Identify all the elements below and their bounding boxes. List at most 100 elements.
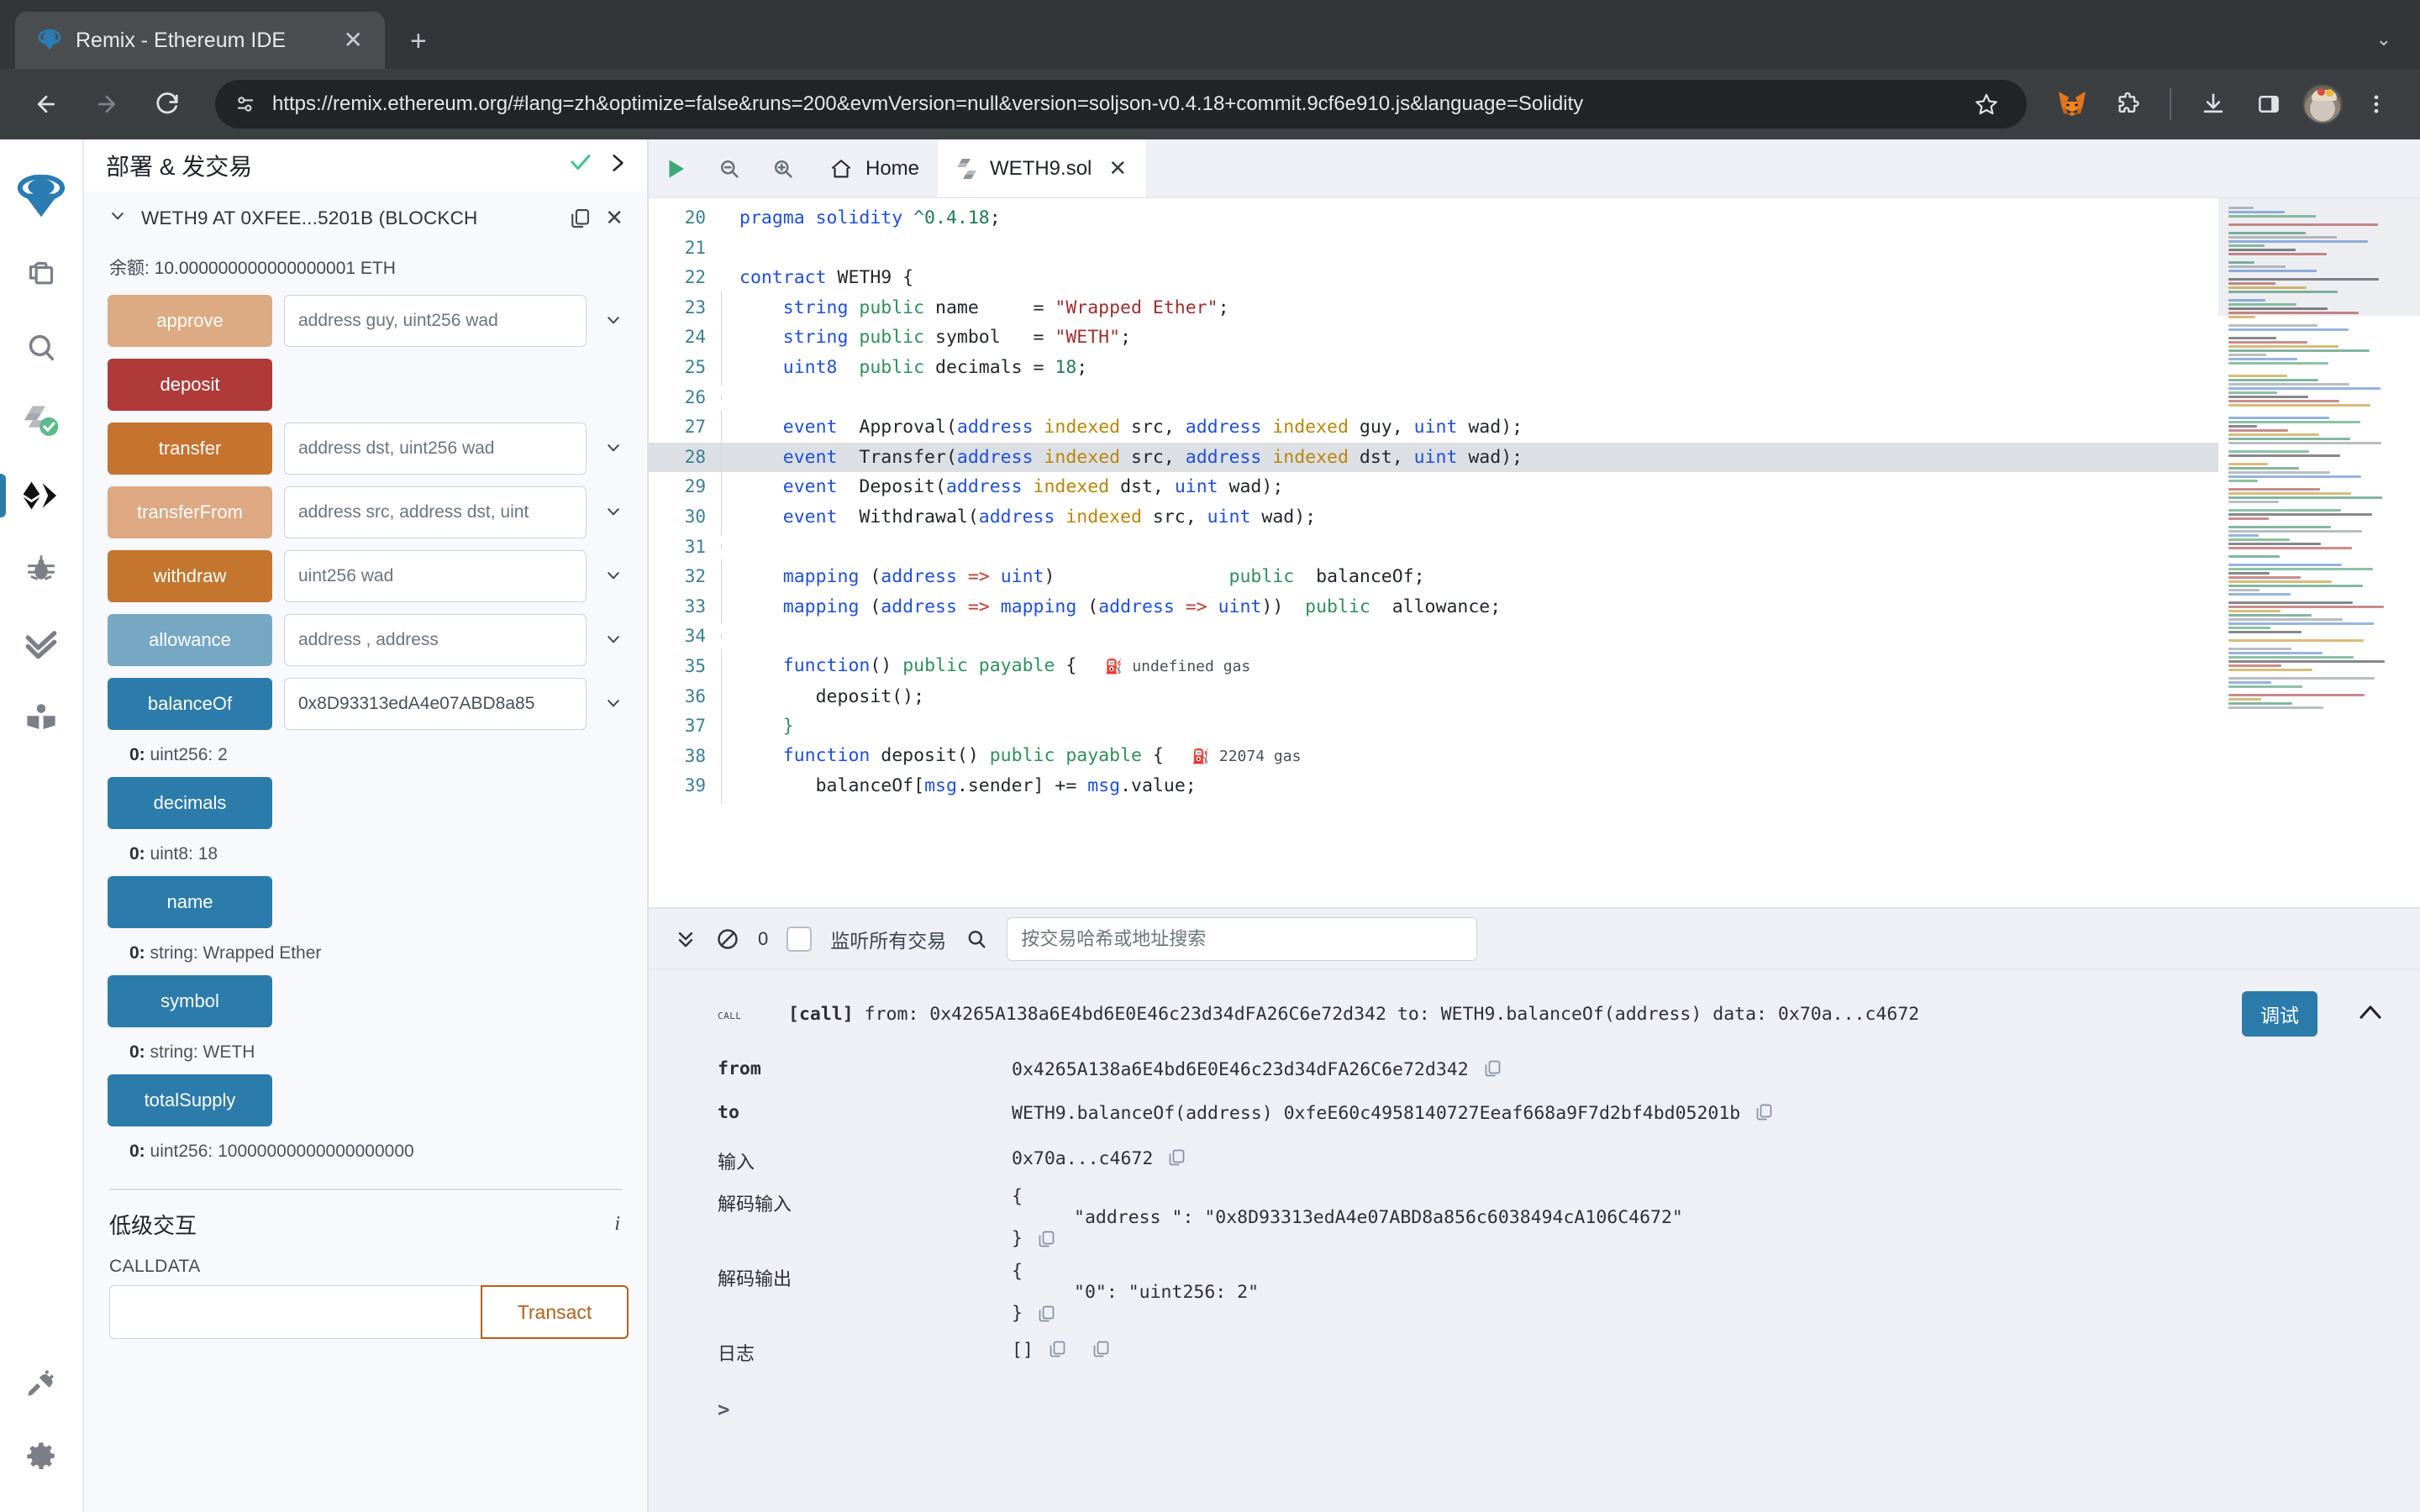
browser-tab[interactable]: Remix - Ethereum IDE ✕ — [15, 12, 385, 69]
search-icon[interactable] — [0, 311, 83, 385]
analysis-icon[interactable] — [0, 606, 83, 680]
copy-icon[interactable] — [1091, 1336, 1111, 1359]
copy-icon[interactable] — [1482, 1055, 1502, 1079]
function-button-allowance[interactable]: allowance — [108, 614, 272, 666]
copy-icon[interactable] — [1036, 1304, 1056, 1324]
site-settings-icon[interactable] — [234, 92, 257, 116]
chevron-down-icon[interactable] — [598, 500, 629, 526]
code-line[interactable]: 22 contract WETH9 { — [649, 263, 2218, 293]
zoom-out-icon[interactable] — [702, 139, 756, 197]
docs-icon[interactable] — [0, 680, 83, 754]
three-dot-menu-icon[interactable] — [2354, 82, 2398, 126]
function-button-approve[interactable]: approve — [108, 295, 272, 347]
sidebar-item-deploy-run[interactable] — [0, 459, 83, 533]
chevron-down-icon[interactable] — [598, 308, 629, 334]
copy-icon[interactable] — [568, 207, 592, 230]
star-icon[interactable] — [1965, 82, 2008, 126]
code-line[interactable]: 28 event Transfer(address indexed src, a… — [649, 439, 2218, 475]
copy-icon[interactable] — [1166, 1144, 1186, 1168]
code-line[interactable]: 35 function() public payable {⛽ undefine… — [649, 648, 2218, 685]
terminal-search-input[interactable] — [1007, 916, 1478, 961]
function-button-symbol[interactable]: symbol — [108, 975, 272, 1027]
transaction-summary-row[interactable]: call [call] from: 0x4265A138a6E4bd6E0E46… — [649, 991, 2420, 1037]
code-editor[interactable]: 20 pragma solidity ^0.4.18; 21 22 contract W… — [649, 198, 2420, 907]
code-line[interactable]: 36 deposit(); — [649, 679, 2218, 714]
no-entry-icon[interactable] — [716, 927, 739, 951]
function-button-deposit[interactable]: deposit — [108, 359, 272, 411]
debug-button[interactable]: 调试 — [2242, 991, 2317, 1037]
chevron-up-icon[interactable] — [2358, 1000, 2383, 1028]
chevrons-down-icon[interactable] — [674, 927, 697, 951]
code-line[interactable]: 27 event Approval(address indexed src, a… — [649, 410, 2218, 445]
solidity-compiler-icon[interactable] — [0, 385, 83, 459]
code-line[interactable]: 32 mapping (address => uint) public bala… — [649, 559, 2218, 595]
function-input-transfer[interactable] — [284, 423, 587, 475]
back-arrow-icon[interactable] — [22, 80, 71, 129]
code-minimap[interactable] — [2218, 198, 2420, 907]
avatar[interactable] — [2302, 84, 2343, 124]
zoom-in-icon[interactable] — [756, 139, 810, 197]
function-input-approve[interactable] — [284, 295, 587, 347]
code-line[interactable]: 24 string public symbol = "WETH"; — [649, 320, 2218, 355]
chevron-down-icon[interactable] — [598, 436, 629, 462]
close-icon[interactable]: ✕ — [1108, 155, 1127, 181]
code-line[interactable]: 29 event Deposit(address indexed dst, ui… — [649, 470, 2218, 505]
code-line[interactable]: 26 — [649, 383, 2218, 413]
debugger-icon[interactable] — [0, 533, 83, 606]
code-line[interactable]: 23 string public name = "Wrapped Ether"; — [649, 290, 2218, 325]
code-line[interactable]: 31 — [649, 533, 2218, 563]
address-bar[interactable]: https://remix.ethereum.org/#lang=zh&opti… — [215, 80, 2027, 129]
chevron-down-icon[interactable] — [108, 207, 128, 229]
code-line[interactable]: 39 balanceOf[msg.sender] += msg.value; — [649, 769, 2218, 804]
close-icon[interactable]: ✕ — [337, 25, 370, 55]
info-icon[interactable]: i — [614, 1213, 620, 1236]
chevron-down-icon[interactable]: ⌄ — [2376, 29, 2391, 50]
terminal-prompt[interactable]: > — [649, 1379, 2420, 1421]
function-button-transfer[interactable]: transfer — [108, 423, 272, 475]
function-input-withdraw[interactable] — [284, 550, 587, 602]
download-icon[interactable] — [2191, 82, 2235, 126]
code-line[interactable]: 38 function deposit() public payable {⛽ … — [649, 738, 2218, 774]
code-line[interactable]: 37 } — [649, 709, 2218, 744]
copy-icon[interactable] — [1754, 1099, 1774, 1122]
function-button-withdraw[interactable]: withdraw — [108, 550, 272, 602]
chevron-down-icon[interactable] — [598, 564, 629, 590]
code-line[interactable]: 30 event Withdrawal(address indexed src,… — [649, 499, 2218, 535]
side-panel-icon[interactable] — [2247, 82, 2291, 126]
copy-icon[interactable] — [1047, 1336, 1067, 1359]
settings-gear-icon[interactable] — [0, 1420, 83, 1494]
function-button-name[interactable]: name — [108, 876, 272, 928]
new-tab-button[interactable]: + — [410, 27, 427, 55]
function-input-allowance[interactable] — [284, 614, 587, 666]
function-button-totalsupply[interactable]: totalSupply — [108, 1074, 272, 1126]
code-lines[interactable]: 20 pragma solidity ^0.4.18; 21 22 contract W… — [649, 198, 2218, 907]
metamask-fox-icon[interactable] — [2050, 82, 2094, 126]
code-line[interactable]: 33 mapping (address => mapping (address … — [649, 589, 2218, 624]
code-line[interactable]: 25 uint8 public decimals = 18; — [649, 350, 2218, 386]
copy-icon[interactable] — [1036, 1229, 1056, 1249]
listen-all-transactions-checkbox[interactable] — [786, 926, 813, 952]
function-button-balanceof[interactable]: balanceOf — [108, 678, 272, 730]
function-input-balanceof[interactable] — [284, 678, 587, 730]
deployed-instance-header[interactable]: WETH9 AT 0XFEE...5201B (BLOCKCH ✕ — [103, 192, 629, 236]
transact-button[interactable]: Transact — [481, 1285, 629, 1339]
function-button-decimals[interactable]: decimals — [108, 777, 272, 829]
code-line[interactable]: 20 pragma solidity ^0.4.18; — [649, 203, 2218, 234]
code-line[interactable]: 34 — [649, 622, 2218, 652]
function-button-transferfrom[interactable]: transferFrom — [108, 486, 272, 538]
puzzle-piece-icon[interactable] — [2106, 82, 2149, 126]
tab-home[interactable]: Home — [810, 139, 939, 197]
chevron-down-icon[interactable] — [598, 691, 629, 717]
chevron-down-icon[interactable] — [598, 627, 629, 654]
function-input-transferfrom[interactable] — [284, 486, 587, 538]
run-icon[interactable] — [649, 139, 702, 197]
forward-arrow-icon[interactable] — [82, 80, 131, 129]
reload-icon[interactable] — [143, 80, 192, 129]
file-explorer-icon[interactable] — [0, 237, 83, 311]
close-icon[interactable]: ✕ — [605, 205, 623, 231]
chevron-right-icon[interactable] — [607, 150, 629, 181]
plugin-manager-icon[interactable] — [0, 1346, 83, 1420]
code-line[interactable]: 21 — [649, 234, 2218, 264]
remix-logo[interactable] — [0, 156, 83, 237]
calldata-input[interactable] — [109, 1285, 481, 1339]
